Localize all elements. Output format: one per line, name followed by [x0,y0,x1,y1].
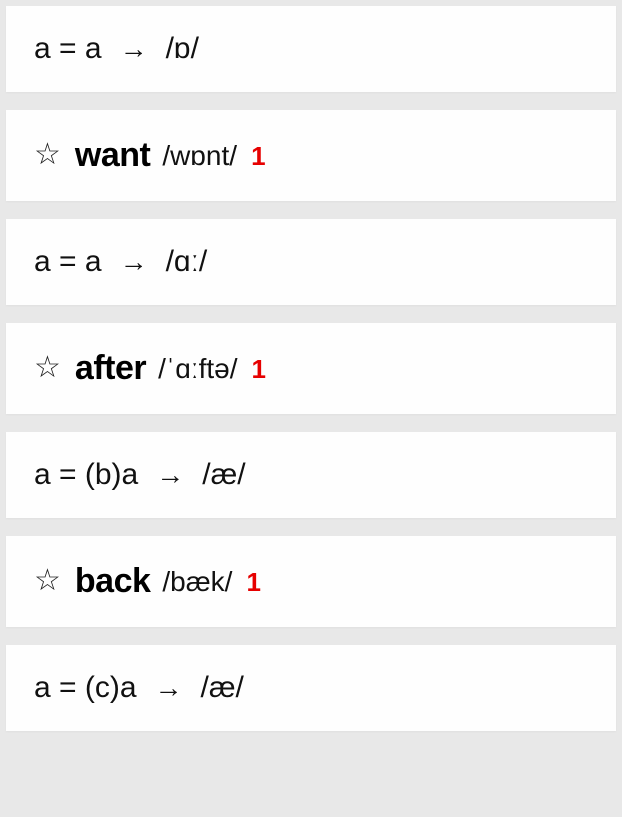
ipa-text: /ˈɑːftə/ [158,353,237,385]
rule-lhs: a = a [34,32,102,66]
rule-rhs: /æ/ [202,458,245,492]
word-line: ☆ after /ˈɑːftə/ 1 [34,349,594,388]
word-text: want [75,136,150,175]
word-text: after [75,349,146,388]
count-badge: 1 [251,354,265,385]
rule-line: a = a → /ɒ/ [34,32,594,66]
word-card[interactable]: ☆ want /wɒnt/ 1 [6,110,616,201]
rule-rhs: /æ/ [201,671,244,705]
rule-card: a = (b)a → /æ/ [6,432,616,518]
arrow-icon: → [116,246,152,278]
rule-lhs: a = a [34,245,102,279]
star-icon[interactable]: ☆ [34,140,61,170]
ipa-text: /bæk/ [162,566,232,598]
word-line: ☆ want /wɒnt/ 1 [34,136,594,175]
count-badge: 1 [251,141,265,172]
word-card[interactable]: ☆ after /ˈɑːftə/ 1 [6,323,616,414]
rule-lhs: a = (c)a [34,671,137,705]
card-list: a = a → /ɒ/ ☆ want /wɒnt/ 1 a = a → /ɑː/… [0,6,622,731]
rule-rhs: /ɒ/ [166,32,199,66]
rule-card: a = (c)a → /æ/ [6,645,616,731]
rule-line: a = a → /ɑː/ [34,245,594,279]
count-badge: 1 [246,567,260,598]
rule-card: a = a → /ɑː/ [6,219,616,305]
word-card[interactable]: ☆ back /bæk/ 1 [6,536,616,627]
star-icon[interactable]: ☆ [34,353,61,383]
rule-rhs: /ɑː/ [166,245,208,279]
rule-line: a = (b)a → /æ/ [34,458,594,492]
rule-lhs: a = (b)a [34,458,138,492]
word-text: back [75,562,151,601]
ipa-text: /wɒnt/ [162,140,237,172]
word-line: ☆ back /bæk/ 1 [34,562,594,601]
rule-line: a = (c)a → /æ/ [34,671,594,705]
arrow-icon: → [152,459,188,491]
star-icon[interactable]: ☆ [34,566,61,596]
rule-card: a = a → /ɒ/ [6,6,616,92]
arrow-icon: → [151,672,187,704]
arrow-icon: → [116,33,152,65]
